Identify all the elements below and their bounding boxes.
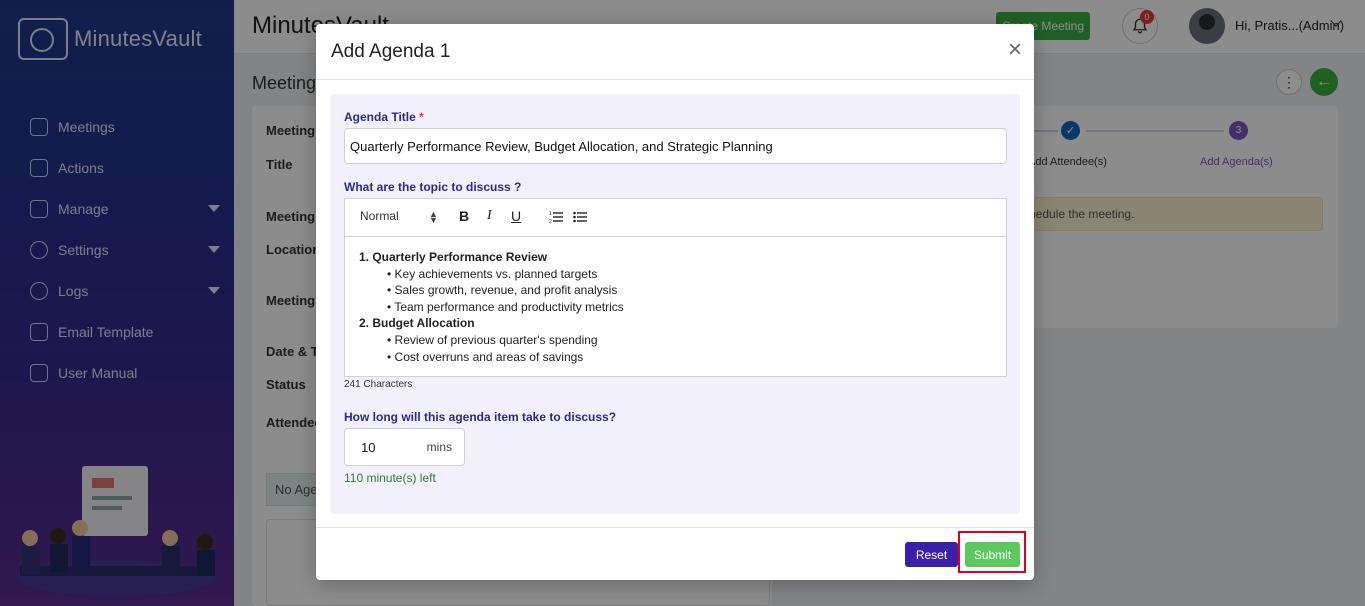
close-icon[interactable]: × <box>1008 38 1022 62</box>
list-item: • Review of previous quarter's spending <box>387 332 598 347</box>
rich-text-editor[interactable]: Normal ▲ ▼ B I U 1 2 1. Quarterly Perfor… <box>344 198 1007 377</box>
character-count: 241 Characters <box>344 379 413 390</box>
list-item: • Team performance and productivity metr… <box>387 299 624 314</box>
agenda-title-label: Agenda Title * <box>344 110 424 124</box>
editor-content[interactable]: 1. Quarterly Performance Review • Key ac… <box>359 249 624 365</box>
reset-button[interactable]: Reset <box>905 542 958 567</box>
modal-title: Add Agenda 1 <box>331 41 451 62</box>
add-agenda-modal: Add Agenda 1 × Agenda Title * Quarterly … <box>316 24 1034 580</box>
modal-footer: Reset Submit <box>316 527 1034 580</box>
remaining-time-note: 110 minute(s) left <box>344 471 436 485</box>
topic-label: What are the topic to discuss ? <box>344 180 522 194</box>
list-item: • Cost overruns and areas of savings <box>387 349 584 364</box>
select-caret-icon: ▲ ▼ <box>429 209 438 225</box>
agenda-form: Agenda Title * Quarterly Performance Rev… <box>330 94 1020 514</box>
ordered-list-icon[interactable]: 1 2 <box>549 210 563 224</box>
submit-highlight-box <box>958 531 1026 573</box>
editor-toolbar: Normal ▲ ▼ B I U 1 2 <box>345 199 1006 237</box>
required-mark: * <box>419 110 424 124</box>
agenda-title-label-text: Agenda Title <box>344 110 416 124</box>
duration-unit: mins <box>426 440 452 454</box>
modal-header: Add Agenda 1 × <box>316 24 1034 80</box>
underline-button[interactable]: U <box>511 208 521 224</box>
svg-text:2: 2 <box>549 219 552 224</box>
list-item: 2. Budget Allocation <box>359 316 475 331</box>
agenda-title-input[interactable]: Quarterly Performance Review, Budget All… <box>344 128 1007 164</box>
list-item: 1. Quarterly Performance Review <box>359 250 548 264</box>
list-item: • Key achievements vs. planned targets <box>387 266 598 281</box>
duration-value: 10 <box>361 440 376 455</box>
list-item: • Sales growth, revenue, and profit anal… <box>387 283 618 298</box>
duration-label: How long will this agenda item take to d… <box>344 410 617 424</box>
duration-input[interactable]: 10 mins <box>344 428 465 466</box>
italic-button[interactable]: I <box>487 208 492 224</box>
svg-text:1: 1 <box>549 211 552 217</box>
bullet-list-icon[interactable] <box>573 210 587 224</box>
bold-button[interactable]: B <box>459 208 469 224</box>
format-select[interactable]: Normal <box>360 209 399 223</box>
